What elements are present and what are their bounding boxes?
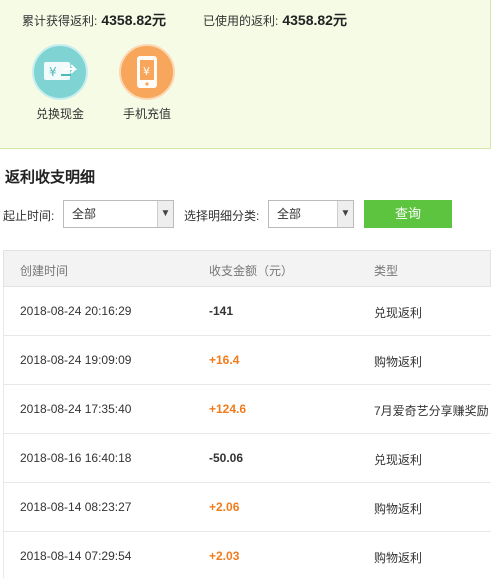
svg-text:¥: ¥ (49, 65, 57, 79)
used-rebate-label: 已使用的返利: (203, 14, 279, 28)
table-row: 2018-08-24 19:09:09 +16.4 购物返利 (3, 336, 491, 385)
rebate-table: 创建时间 收支金额（元） 类型 2018-08-24 20:16:29 -141 兑… (3, 250, 491, 578)
total-rebate-value: 4358.82元 (101, 12, 166, 28)
table-row: 2018-08-14 08:23:27 +2.06 购物返利 (3, 483, 491, 532)
exchange-cash-label: 兑换现金 (35, 107, 84, 121)
row-amount: -141 (209, 304, 234, 318)
row-amount: +2.03 (209, 549, 240, 563)
row-time: 2018-08-14 08:23:27 (20, 500, 132, 514)
svg-text:¥: ¥ (143, 65, 150, 78)
row-amount: +124.6 (209, 402, 247, 416)
category-filter-label: 选择明细分类: (184, 209, 260, 223)
table-row: 2018-08-24 17:35:40 +124.6 7月爱奇艺分享赚奖励 (3, 385, 491, 434)
row-time: 2018-08-24 17:35:40 (20, 402, 132, 416)
category-select-value: 全部 (277, 207, 302, 221)
table-header: 创建时间 收支金额（元） 类型 (3, 250, 491, 287)
total-rebate: 累计获得返利: 4358.82元 (22, 10, 166, 30)
table-row: 2018-08-16 16:40:18 -50.06 兑现返利 (3, 434, 491, 483)
category-select[interactable]: 全部 ▼ (268, 200, 354, 228)
row-type: 兑现返利 (374, 306, 423, 320)
phone-recharge-action[interactable]: ¥ 手机充值 (112, 44, 182, 122)
used-rebate-value: 4358.82元 (282, 12, 347, 28)
query-button[interactable]: 查询 (364, 200, 452, 228)
phone-recharge-icon[interactable]: ¥ (119, 44, 175, 100)
row-time: 2018-08-24 20:16:29 (20, 304, 132, 318)
row-type: 购物返利 (374, 355, 423, 369)
row-time: 2018-08-24 19:09:09 (20, 353, 132, 367)
row-type: 购物返利 (374, 502, 423, 516)
chevron-down-icon[interactable]: ▼ (157, 201, 173, 227)
row-amount: +2.06 (209, 500, 240, 514)
header-type: 类型 (374, 264, 399, 278)
row-type: 兑现返利 (374, 453, 423, 467)
row-type: 7月爱奇艺分享赚奖励 (374, 404, 489, 418)
time-select[interactable]: 全部 ▼ (63, 200, 174, 228)
row-amount: +16.4 (209, 353, 240, 367)
header-amount: 收支金额（元） (209, 264, 294, 278)
used-rebate: 已使用的返利: 4358.82元 (203, 10, 347, 30)
row-time: 2018-08-16 16:40:18 (20, 451, 132, 465)
time-select-value: 全部 (72, 207, 97, 221)
phone-recharge-label: 手机充值 (122, 107, 171, 121)
cash-exchange-icon[interactable]: ¥ (32, 44, 88, 100)
table-row: 2018-08-14 07:29:54 +2.03 购物返利 (3, 532, 491, 578)
table-row: 2018-08-24 20:16:29 -141 兑现返利 (3, 287, 491, 336)
total-rebate-label: 累计获得返利: (22, 14, 98, 28)
time-filter-label: 起止时间: (3, 209, 55, 223)
exchange-cash-action[interactable]: ¥ 兑换现金 (25, 44, 95, 122)
section-title: 返利收支明细 (5, 169, 96, 186)
row-amount: -50.06 (209, 451, 244, 465)
row-type: 购物返利 (374, 551, 423, 565)
chevron-down-icon[interactable]: ▼ (337, 201, 353, 227)
rebate-summary-panel: 累计获得返利: 4358.82元 已使用的返利: 4358.82元 ¥ 兑换现金 ¥… (0, 0, 491, 149)
header-time: 创建时间 (20, 264, 69, 278)
row-time: 2018-08-14 07:29:54 (20, 549, 132, 563)
